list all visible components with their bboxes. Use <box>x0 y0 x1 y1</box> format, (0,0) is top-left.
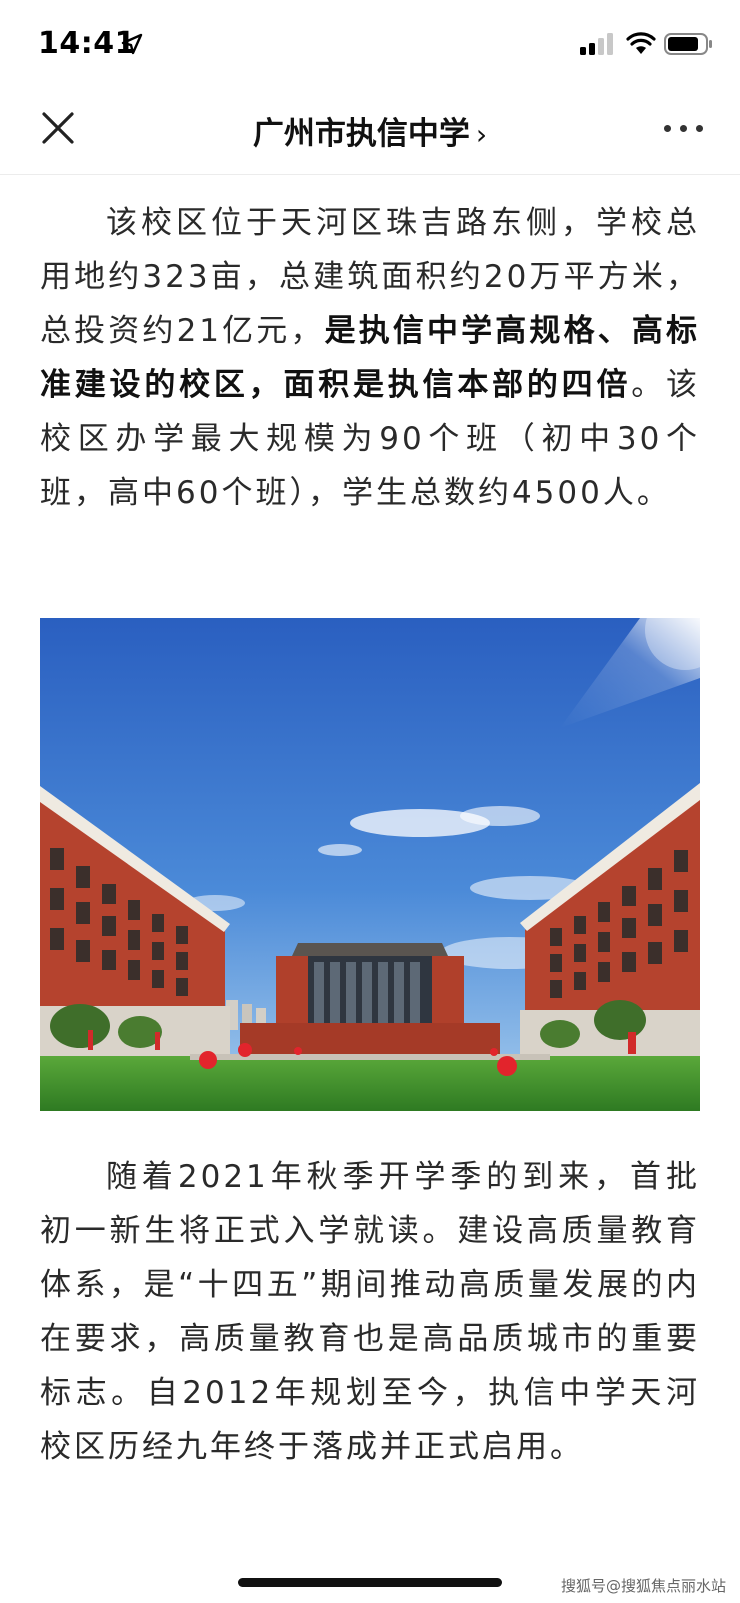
nav-bar: 广州市执信中学 › <box>0 88 740 175</box>
wifi-icon <box>626 32 656 54</box>
article-paragraph: 该校区位于天河区珠吉路东侧，学校总用地约323亩，总建筑面积约20万平方米，总投… <box>40 196 700 520</box>
status-bar: 14:41 <box>0 0 740 88</box>
close-icon[interactable] <box>38 108 78 148</box>
chevron-right-icon: › <box>475 118 488 151</box>
home-indicator[interactable] <box>238 1578 502 1587</box>
cellular-signal-icon <box>580 33 613 55</box>
article-paragraph: 随着2021年秋季开学季的到来，首批初一新生将正式入学就读。建设高质量教育体系，… <box>40 1159 700 1465</box>
more-dots-icon[interactable] <box>660 116 708 140</box>
campus-photo-illustration <box>40 618 700 1111</box>
battery-icon <box>664 33 712 55</box>
watermark: 搜狐号@搜狐焦点丽水站 <box>560 1577 726 1595</box>
account-title-link[interactable]: 广州市执信中学 › <box>180 108 560 153</box>
location-arrow-icon <box>121 33 143 55</box>
campus-photo[interactable] <box>40 618 700 1111</box>
account-title: 广州市执信中学 <box>252 116 470 152</box>
